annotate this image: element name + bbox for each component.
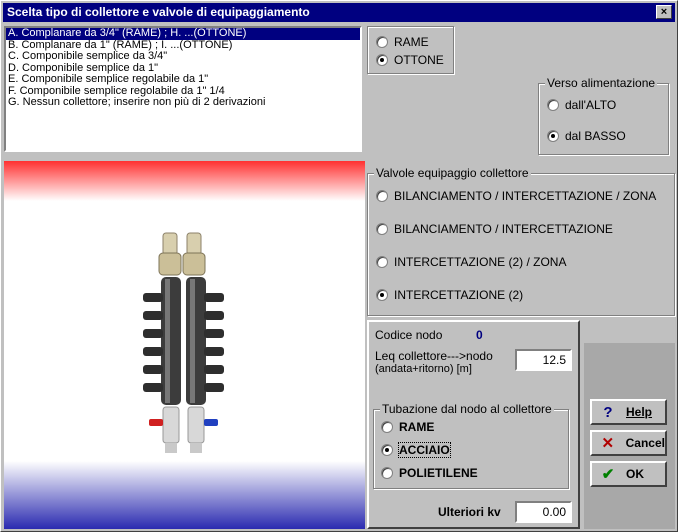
codice-nodo-label: Codice nodo <box>375 328 443 342</box>
radio-button[interactable] <box>547 99 559 111</box>
leq-input[interactable]: 12.5 <box>515 349 572 371</box>
radio-dall-alto[interactable]: dall'ALTO <box>547 98 616 112</box>
radio-label: dall'ALTO <box>565 98 617 112</box>
radio-button[interactable] <box>376 36 388 48</box>
group-legend: Verso alimentazione <box>545 76 658 90</box>
radio-valvole-bil-int-zona[interactable]: BILANCIAMENTO / INTERCETTAZIONE / ZONA <box>376 189 656 203</box>
radio-button[interactable] <box>381 444 393 456</box>
radio-tubazione-acciaio[interactable]: ACCIAIO <box>381 442 451 458</box>
help-button-label: Help <box>626 405 653 419</box>
radio-button[interactable] <box>381 467 393 479</box>
radio-valvole-bil-int[interactable]: BILANCIAMENTO / INTERCETTAZIONE <box>376 222 613 236</box>
close-icon: × <box>660 6 668 18</box>
air-vent-icon <box>158 232 206 276</box>
list-item[interactable]: A. Complanare da 3/4" (RAME) ; H. ...(OT… <box>6 27 360 40</box>
radio-ottone-material[interactable]: OTTONE <box>376 53 444 67</box>
tubazione-group: Tubazione dal nodo al collettore RAME AC… <box>373 402 569 489</box>
radio-label: dal BASSO <box>565 129 626 143</box>
radio-button[interactable] <box>376 256 388 268</box>
radio-label: ACCIAIO <box>398 442 451 458</box>
radio-button[interactable] <box>376 190 388 202</box>
radio-label: RAME <box>399 420 435 434</box>
radio-label: BILANCIAMENTO / INTERCETTAZIONE <box>394 222 613 236</box>
verso-alimentazione-group: Verso alimentazione dall'ALTO dal BASSO <box>538 76 669 155</box>
radio-button[interactable] <box>376 223 388 235</box>
radio-tubazione-polietilene[interactable]: POLIETILENE <box>381 466 478 480</box>
radio-button[interactable] <box>381 421 393 433</box>
codice-nodo-value: 0 <box>476 328 483 342</box>
leq-label: Leq collettore--->nodo <box>375 349 493 363</box>
x-icon: ✕ <box>601 435 615 452</box>
ok-button[interactable]: ✔ OK <box>590 461 667 487</box>
valvole-group: Valvole equipaggio collettore BILANCIAME… <box>367 166 675 316</box>
help-button[interactable]: ? Help <box>590 399 667 425</box>
radio-label: BILANCIAMENTO / INTERCETTAZIONE / ZONA <box>394 189 657 203</box>
radio-valvole-int[interactable]: INTERCETTAZIONE (2) <box>376 288 523 302</box>
radio-button[interactable] <box>376 289 388 301</box>
check-icon: ✔ <box>601 466 615 483</box>
radio-button[interactable] <box>376 54 388 66</box>
leq-unit-label: (andata+ritorno) [m] <box>375 363 472 375</box>
list-item[interactable]: G. Nessun collettore; inserire non più d… <box>6 96 360 109</box>
radio-label: INTERCETTAZIONE (2) <box>394 288 524 302</box>
manifold-illustration <box>143 232 224 453</box>
radio-button[interactable] <box>547 130 559 142</box>
question-icon: ? <box>603 403 613 421</box>
cancel-button-label: Cancel <box>625 436 665 450</box>
ball-valve-icon <box>149 406 218 453</box>
radio-label: OTTONE <box>394 53 444 67</box>
radio-tubazione-rame[interactable]: RAME <box>381 420 434 434</box>
collector-type-list[interactable]: A. Complanare da 3/4" (RAME) ; H. ...(OT… <box>4 26 362 152</box>
collector-preview-image <box>4 161 365 529</box>
window-title: Scelta tipo di collettore e valvole di e… <box>7 5 310 19</box>
cancel-button[interactable]: ✕ Cancel <box>590 430 667 456</box>
ok-button-label: OK <box>626 467 644 481</box>
list-item[interactable]: E. Componibile semplice regolabile da 1" <box>6 73 360 86</box>
radio-valvole-int-zona[interactable]: INTERCETTAZIONE (2) / ZONA <box>376 255 566 269</box>
dialog-window: Scelta tipo di collettore e valvole di e… <box>0 0 678 532</box>
group-legend: Valvole equipaggio collettore <box>374 166 531 180</box>
ulteriori-kv-label: Ulteriori kv <box>438 505 501 519</box>
radio-label: INTERCETTAZIONE (2) / ZONA <box>394 255 567 269</box>
material-group: RAME OTTONE <box>367 26 454 74</box>
list-item[interactable]: C. Componibile semplice da 3/4" <box>6 50 360 63</box>
group-legend: Tubazione dal nodo al collettore <box>380 402 554 416</box>
manifold-body <box>143 277 224 405</box>
radio-label: RAME <box>394 35 429 49</box>
radio-rame-material[interactable]: RAME <box>376 35 429 49</box>
close-button[interactable]: × <box>656 5 672 19</box>
radio-label: POLIETILENE <box>399 466 478 480</box>
ulteriori-kv-input[interactable]: 0.00 <box>515 501 572 523</box>
title-bar: Scelta tipo di collettore e valvole di e… <box>3 3 675 22</box>
radio-dal-basso[interactable]: dal BASSO <box>547 129 626 143</box>
